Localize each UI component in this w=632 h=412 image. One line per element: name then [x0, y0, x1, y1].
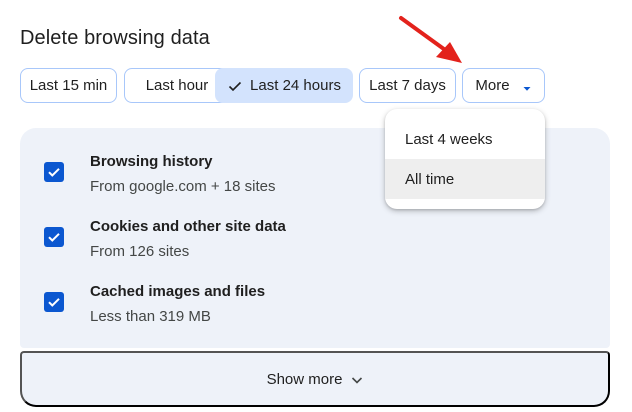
page-title: Delete browsing data — [20, 27, 210, 49]
menu-item-label: All time — [405, 170, 455, 188]
chip-label: More — [475, 77, 510, 94]
row-subtitle: Less than 319 MB — [90, 308, 211, 325]
chevron-down-icon — [351, 373, 363, 385]
cookies-checkbox[interactable] — [44, 227, 64, 247]
show-more-button[interactable]: Show more — [20, 351, 610, 407]
check-icon — [48, 168, 60, 177]
chip-last-7-days[interactable]: Last 7 days — [359, 68, 456, 103]
check-icon — [227, 78, 243, 94]
more-dropdown-button[interactable]: More — [462, 68, 545, 103]
check-icon — [48, 233, 60, 242]
chip-label: Last 15 min — [29, 77, 108, 94]
chip-label: Last 7 days — [369, 77, 446, 94]
row-title: Browsing history — [90, 153, 213, 170]
data-type-row-cached-images[interactable]: Cached images and files Less than 319 MB — [20, 258, 610, 325]
menu-item-all-time[interactable]: All time — [385, 159, 545, 199]
chip-label: Last 24 hours — [250, 77, 341, 94]
more-dropdown-menu: Last 4 weeks All time — [385, 109, 545, 209]
menu-item-last-4-weeks[interactable]: Last 4 weeks — [385, 119, 545, 159]
caret-down-icon — [522, 81, 532, 91]
chip-last-15-min[interactable]: Last 15 min — [20, 68, 117, 103]
browsing-history-checkbox[interactable] — [44, 162, 64, 182]
show-more-label: Show more — [266, 370, 343, 388]
chip-last-24-hours[interactable]: Last 24 hours — [215, 68, 353, 103]
delete-browsing-data-dialog: Delete browsing data Last 15 min Last ho… — [0, 0, 632, 412]
row-title: Cookies and other site data — [90, 218, 286, 235]
cached-images-checkbox[interactable] — [44, 292, 64, 312]
menu-item-label: Last 4 weeks — [405, 130, 493, 148]
row-title: Cached images and files — [90, 283, 266, 300]
check-icon — [48, 298, 60, 307]
chip-label: Last hour — [145, 77, 209, 94]
